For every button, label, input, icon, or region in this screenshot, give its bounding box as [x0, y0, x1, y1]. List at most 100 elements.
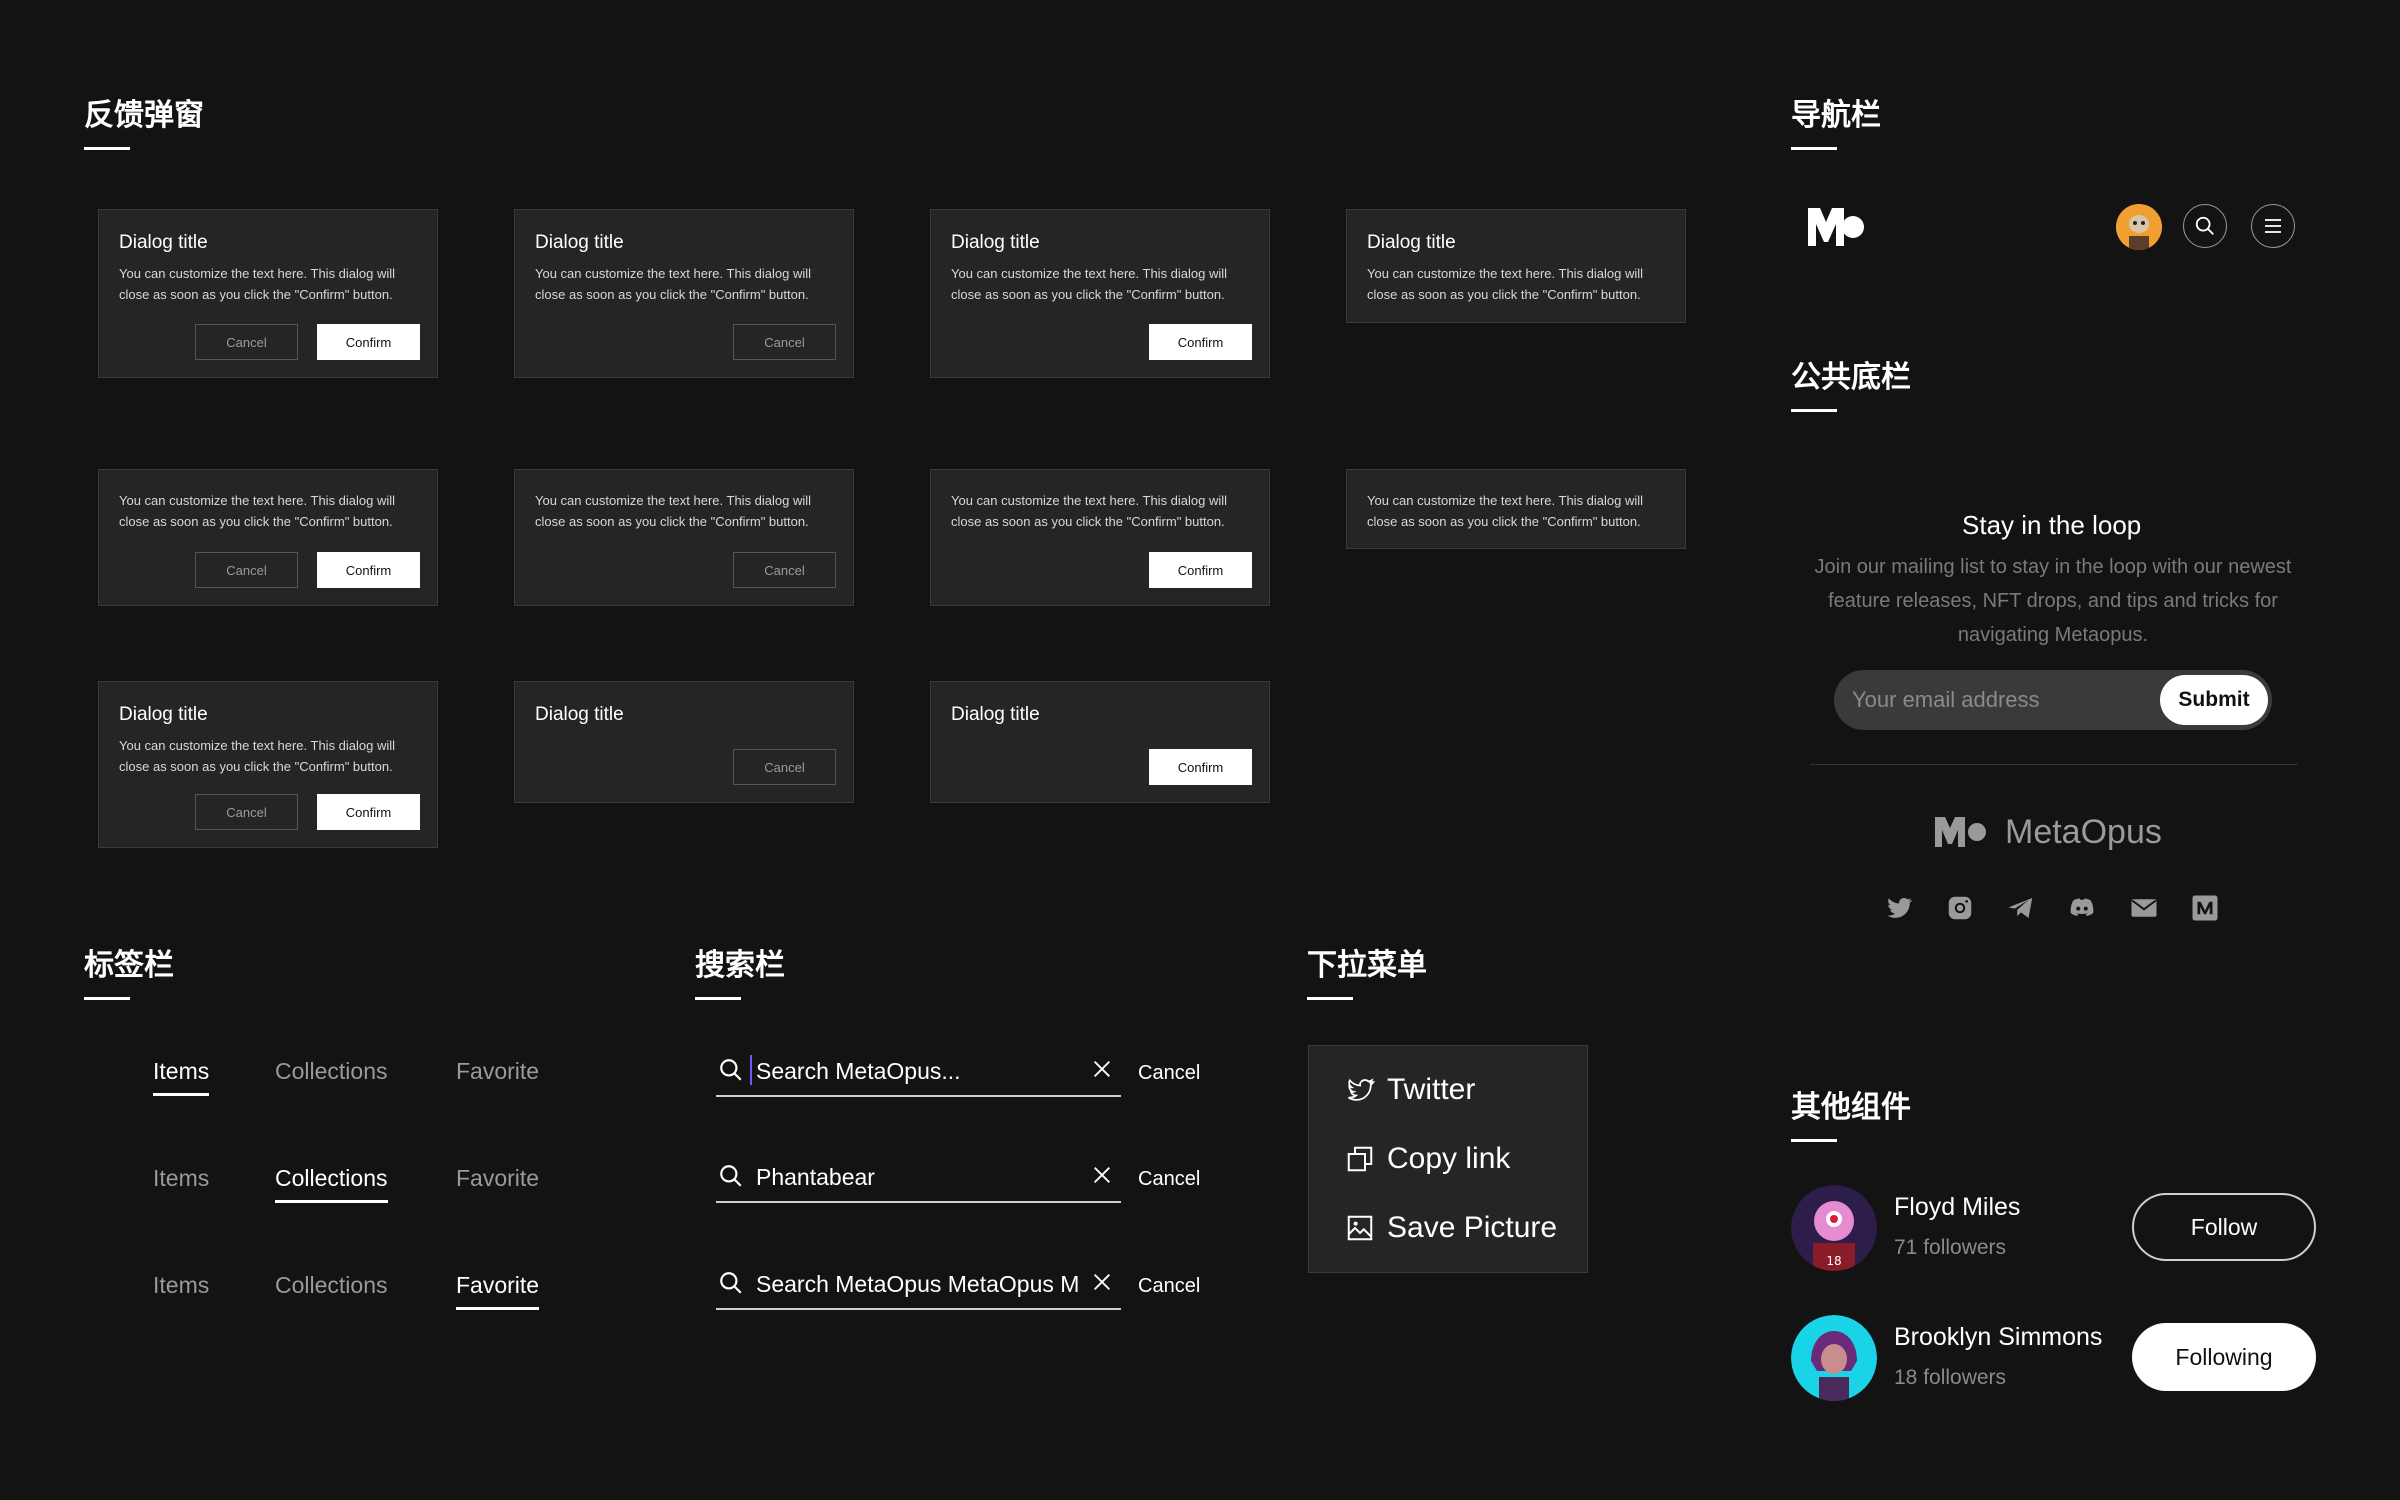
confirm-button[interactable]: Confirm — [317, 794, 420, 830]
user-name[interactable]: Brooklyn Simmons — [1894, 1323, 2102, 1352]
submit-button[interactable]: Submit — [2160, 675, 2268, 725]
footer-text: Join our mailing list to stay in the loo… — [1814, 556, 2292, 646]
dialog: You can customize the text here. This di… — [98, 469, 438, 606]
section-underline — [1791, 409, 1837, 412]
tab-collections[interactable]: Collections — [275, 1058, 388, 1085]
menu-button[interactable] — [2251, 204, 2295, 248]
cancel-button[interactable]: Cancel — [733, 749, 836, 785]
section-underline — [1791, 147, 1837, 150]
cancel-button[interactable]: Cancel — [733, 324, 836, 360]
tab-items[interactable]: Items — [153, 1058, 210, 1096]
confirm-button[interactable]: Confirm — [1149, 324, 1252, 360]
cancel-button[interactable]: Cancel — [195, 794, 298, 830]
dialog: Dialog title You can customize the text … — [514, 209, 854, 378]
avatar-image — [2116, 204, 2162, 250]
section-title-others: 其他组件 — [1791, 1090, 1911, 1125]
user-name[interactable]: Floyd Miles — [1894, 1193, 2020, 1222]
close-icon[interactable] — [1091, 1164, 1113, 1186]
search-cancel-button[interactable]: Cancel — [1138, 1275, 1200, 1298]
search-bar: Search MetaOpus... Cancel — [716, 1047, 1216, 1097]
confirm-button[interactable]: Confirm — [317, 324, 420, 360]
discord-icon[interactable] — [2067, 893, 2097, 923]
dropdown-item-label: Copy link — [1387, 1142, 1511, 1175]
search-value: Search MetaOpus... — [756, 1058, 961, 1084]
dialog-title: Dialog title — [119, 704, 208, 725]
cancel-button[interactable]: Cancel — [733, 552, 836, 588]
confirm-button[interactable]: Confirm — [1149, 749, 1252, 785]
avatar[interactable]: 18 — [1791, 1185, 1877, 1271]
email-field[interactable]: Your email address Submit — [1834, 670, 2272, 730]
section-title-searchbar: 搜索栏 — [695, 948, 785, 983]
dialog-title: Dialog title — [535, 704, 624, 725]
search-bar: Phantabear Cancel — [716, 1153, 1216, 1203]
following-button[interactable]: Following — [2132, 1323, 2316, 1391]
section-underline — [1791, 1139, 1837, 1142]
dropdown-item-label: Save Picture — [1387, 1211, 1558, 1244]
dropdown-menu: Twitter Copy link Save Picture — [1308, 1045, 1588, 1273]
avatar[interactable] — [2116, 204, 2162, 250]
dialog: Dialog title You can customize the text … — [98, 209, 438, 378]
tab-favorite[interactable]: Favorite — [456, 1272, 540, 1310]
dialog: You can customize the text here. This di… — [1346, 469, 1686, 549]
dialog: Dialog title You can customize the text … — [98, 681, 438, 848]
search-cancel-button[interactable]: Cancel — [1138, 1062, 1200, 1085]
cancel-button[interactable]: Cancel — [195, 324, 298, 360]
tab-favorite[interactable]: Favorite — [456, 1058, 539, 1085]
search-icon — [720, 1272, 742, 1294]
confirm-button[interactable]: Confirm — [1149, 552, 1252, 588]
close-icon[interactable] — [1091, 1058, 1113, 1080]
search-input[interactable]: Search MetaOpus... — [716, 1047, 1121, 1097]
brand-name: MetaOpus — [2005, 812, 2162, 851]
copy-icon — [1347, 1146, 1373, 1172]
search-button[interactable] — [2183, 204, 2227, 248]
twitter-icon[interactable] — [1884, 893, 1914, 923]
text-caret — [750, 1055, 752, 1085]
confirm-button[interactable]: Confirm — [317, 552, 420, 588]
footer-brand: MetaOpus — [1935, 810, 2162, 854]
search-input[interactable]: Phantabear — [716, 1153, 1121, 1203]
instagram-icon[interactable] — [1945, 893, 1975, 923]
section-title-dropdown: 下拉菜单 — [1307, 948, 1427, 983]
dropdown-item-save-picture[interactable]: Save Picture — [1345, 1208, 1557, 1248]
search-input[interactable]: Search MetaOpus MetaOpus M — [716, 1260, 1121, 1310]
dialog: Dialog title You can customize the text … — [930, 209, 1270, 378]
dialog: You can customize the text here. This di… — [930, 469, 1270, 606]
avatar[interactable] — [1791, 1315, 1877, 1401]
tab-collections[interactable]: Collections — [275, 1272, 388, 1299]
telegram-icon[interactable] — [2006, 893, 2036, 923]
tab-items[interactable]: Items — [153, 1165, 209, 1192]
dialog-title: Dialog title — [119, 232, 208, 253]
dialog-title: Dialog title — [1367, 232, 1456, 253]
close-icon[interactable] — [1091, 1271, 1113, 1293]
follow-button[interactable]: Follow — [2132, 1193, 2316, 1261]
dialog-title: Dialog title — [951, 704, 1040, 725]
search-cancel-button[interactable]: Cancel — [1138, 1168, 1200, 1191]
section-underline — [84, 997, 130, 1000]
medium-icon[interactable] — [2190, 893, 2220, 923]
dropdown-item-copy-link[interactable]: Copy link — [1345, 1139, 1510, 1179]
tab-collections[interactable]: Collections — [275, 1165, 388, 1203]
dialog-text: You can customize the text here. This di… — [119, 493, 396, 529]
mail-icon[interactable] — [2129, 893, 2159, 923]
svg-text:18: 18 — [1826, 1254, 1841, 1268]
dialog-text: You can customize the text here. This di… — [119, 738, 396, 774]
dialog-text: You can customize the text here. This di… — [1367, 266, 1644, 302]
dialog: You can customize the text here. This di… — [514, 469, 854, 606]
search-icon — [2195, 216, 2214, 235]
dialog-title: Dialog title — [951, 232, 1040, 253]
dropdown-item-label: Twitter — [1387, 1073, 1476, 1106]
section-underline — [84, 147, 130, 150]
dialog: Dialog title Cancel — [514, 681, 854, 803]
footer-title: Stay in the loop — [1962, 510, 2142, 540]
dialog-text: You can customize the text here. This di… — [951, 493, 1228, 529]
metaopus-logo — [1935, 817, 1986, 847]
tab-items[interactable]: Items — [153, 1272, 209, 1299]
search-icon — [720, 1059, 742, 1081]
cancel-button[interactable]: Cancel — [195, 552, 298, 588]
dialog-text: You can customize the text here. This di… — [535, 266, 812, 302]
section-underline — [695, 997, 741, 1000]
dropdown-item-twitter[interactable]: Twitter — [1345, 1070, 1475, 1110]
metaopus-logo[interactable] — [1808, 206, 1864, 248]
dialog: Dialog title You can customize the text … — [1346, 209, 1686, 323]
tab-favorite[interactable]: Favorite — [456, 1165, 539, 1192]
